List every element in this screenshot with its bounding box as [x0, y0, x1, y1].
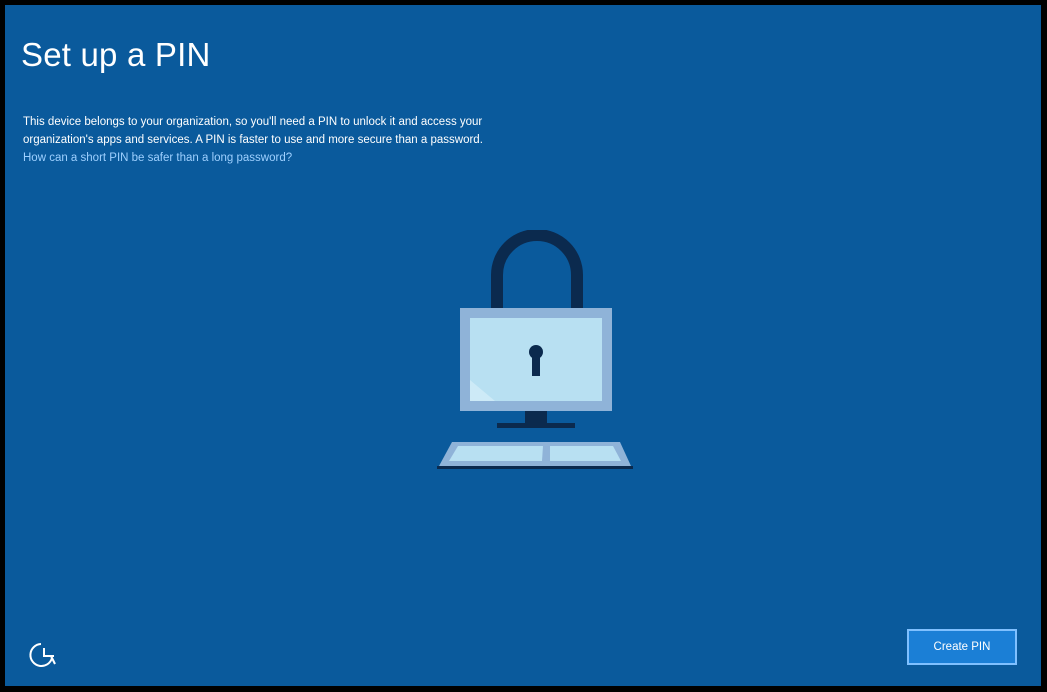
description-line-2: organization's apps and services. A PIN …: [23, 134, 483, 146]
create-pin-button[interactable]: Create PIN: [907, 629, 1017, 665]
monitor-base: [497, 423, 575, 428]
monitor-stand: [525, 411, 547, 423]
ease-of-access-icon[interactable]: [27, 638, 61, 672]
keyboard-keys-left: [449, 446, 543, 461]
pin-safety-link[interactable]: How can a short PIN be safer than a long…: [23, 149, 723, 167]
description-line-1: This device belongs to your organization…: [23, 116, 483, 128]
description: This device belongs to your organization…: [23, 113, 723, 167]
keyhole-slot: [532, 354, 540, 376]
keyboard-keys-right: [550, 446, 621, 461]
padlock-shackle: [491, 229, 583, 315]
lock-computer-illustration: [425, 229, 645, 480]
lock-computer-icon: [437, 229, 633, 469]
oobe-screen: Set up a PIN This device belongs to your…: [5, 5, 1041, 686]
keyboard-edge: [437, 466, 633, 469]
page-title: Set up a PIN: [21, 36, 211, 73]
